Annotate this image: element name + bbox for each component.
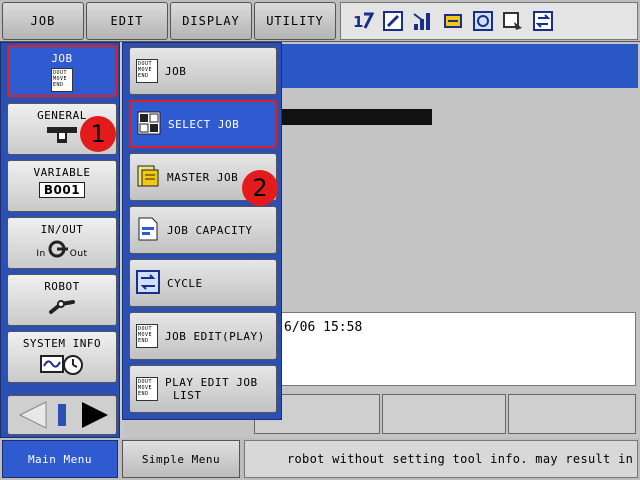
submenu-cycle[interactable]: CYCLE xyxy=(129,259,277,307)
nav-left-icon[interactable] xyxy=(16,400,50,433)
menu-job[interactable]: JOB xyxy=(2,2,84,40)
robot-arm-icon xyxy=(47,296,77,319)
message-bar: robot without setting tool info. may res… xyxy=(244,440,638,478)
main-menu-button[interactable]: Main Menu xyxy=(2,440,118,478)
bottom-bar: Main Menu Simple Menu robot without sett… xyxy=(0,438,640,480)
main-menu-label: IN/OUT xyxy=(40,223,84,236)
servo-icon xyxy=(441,9,465,33)
menu-edit[interactable]: EDIT xyxy=(86,2,168,40)
step-marker-2: 2 xyxy=(242,170,278,206)
main-menu-label: SYSTEM INFO xyxy=(22,337,102,350)
main-menu-robot[interactable]: ROBOT xyxy=(7,274,117,326)
menu-nav-row xyxy=(7,395,117,435)
signal-icon xyxy=(411,9,435,33)
simple-menu-button[interactable]: Simple Menu xyxy=(122,440,240,478)
job-name-field xyxy=(282,109,432,125)
system-info-icon xyxy=(39,353,85,378)
job-submenu-panel: DOUT MOVE END JOB SELECT JOB MASTER JOB … xyxy=(122,42,282,420)
menu-display[interactable]: DISPLAY xyxy=(170,2,252,40)
select-job-icon xyxy=(137,111,161,138)
main-menu-panel: JOB DOUT MOVE END GENERAL VARIABLE B001 … xyxy=(0,42,120,438)
submenu-label: MASTER JOB xyxy=(167,170,239,184)
submenu-job[interactable]: DOUT MOVE END JOB xyxy=(129,47,277,95)
main-menu-variable[interactable]: VARIABLE B001 xyxy=(7,160,117,212)
submenu-job-edit-play[interactable]: DOUT MOVE END JOB EDIT(PLAY) xyxy=(129,312,277,360)
main-menu-job[interactable]: JOB DOUT MOVE END xyxy=(7,45,117,97)
submenu-select-job[interactable]: SELECT JOB xyxy=(129,100,277,148)
function-key-2[interactable] xyxy=(382,394,506,434)
job-capacity-icon xyxy=(136,217,160,244)
submenu-label: CYCLE xyxy=(167,276,203,290)
job-doc-icon: DOUT MOVE END xyxy=(136,324,158,348)
submenu-label-line1: PLAY EDIT JOB xyxy=(165,376,258,389)
io-out-label: Out xyxy=(69,249,88,259)
io-in-label: In xyxy=(36,249,46,259)
top-menu-bar: JOB EDIT DISPLAY UTILITY 1 xyxy=(0,0,640,42)
submenu-label: JOB xyxy=(165,64,187,78)
timestamp: 6/06 15:58 xyxy=(284,320,363,335)
submenu-label: PLAY EDIT JOB LIST xyxy=(165,376,258,402)
main-menu-label: VARIABLE xyxy=(33,166,91,179)
step-marker-1: 1 xyxy=(80,116,116,152)
main-menu-label: ROBOT xyxy=(44,280,80,293)
coordinate-icon: 1 xyxy=(351,9,375,33)
job-doc-icon: DOUT MOVE END xyxy=(136,377,158,401)
status-icon-bar: 1 xyxy=(340,2,638,40)
edit-mode-icon xyxy=(381,9,405,33)
nav-right-icon[interactable] xyxy=(78,400,112,433)
submenu-label: JOB CAPACITY xyxy=(167,223,253,237)
main-menu-system-info[interactable]: SYSTEM INFO xyxy=(7,331,117,383)
main-menu-in-out[interactable]: IN/OUT In Out xyxy=(7,217,117,269)
play-icon xyxy=(501,9,525,33)
master-job-icon xyxy=(136,164,160,191)
variable-icon: B001 xyxy=(38,182,86,198)
io-icon: In Out xyxy=(36,239,87,259)
menu-utility[interactable]: UTILITY xyxy=(254,2,336,40)
submenu-label: JOB EDIT(PLAY) xyxy=(165,329,265,343)
tool-icon xyxy=(45,125,79,150)
nav-divider xyxy=(58,404,66,426)
work-area-title-bar xyxy=(270,44,638,88)
job-doc-icon: DOUT MOVE END xyxy=(136,59,158,83)
submenu-label: SELECT JOB xyxy=(168,117,240,131)
cycle-icon xyxy=(136,269,160,297)
svg-text:1: 1 xyxy=(353,13,363,31)
teach-icon xyxy=(471,9,495,33)
main-menu-label: JOB xyxy=(51,52,73,65)
submenu-label-line2: LIST xyxy=(173,389,202,402)
submenu-job-capacity[interactable]: JOB CAPACITY xyxy=(129,206,277,254)
cycle-icon xyxy=(531,9,555,33)
main-menu-label: GENERAL xyxy=(37,109,87,122)
function-key-3[interactable] xyxy=(508,394,636,434)
submenu-play-edit-job-list[interactable]: DOUT MOVE END PLAY EDIT JOB LIST xyxy=(129,365,277,413)
job-doc-icon: DOUT MOVE END xyxy=(51,68,73,92)
